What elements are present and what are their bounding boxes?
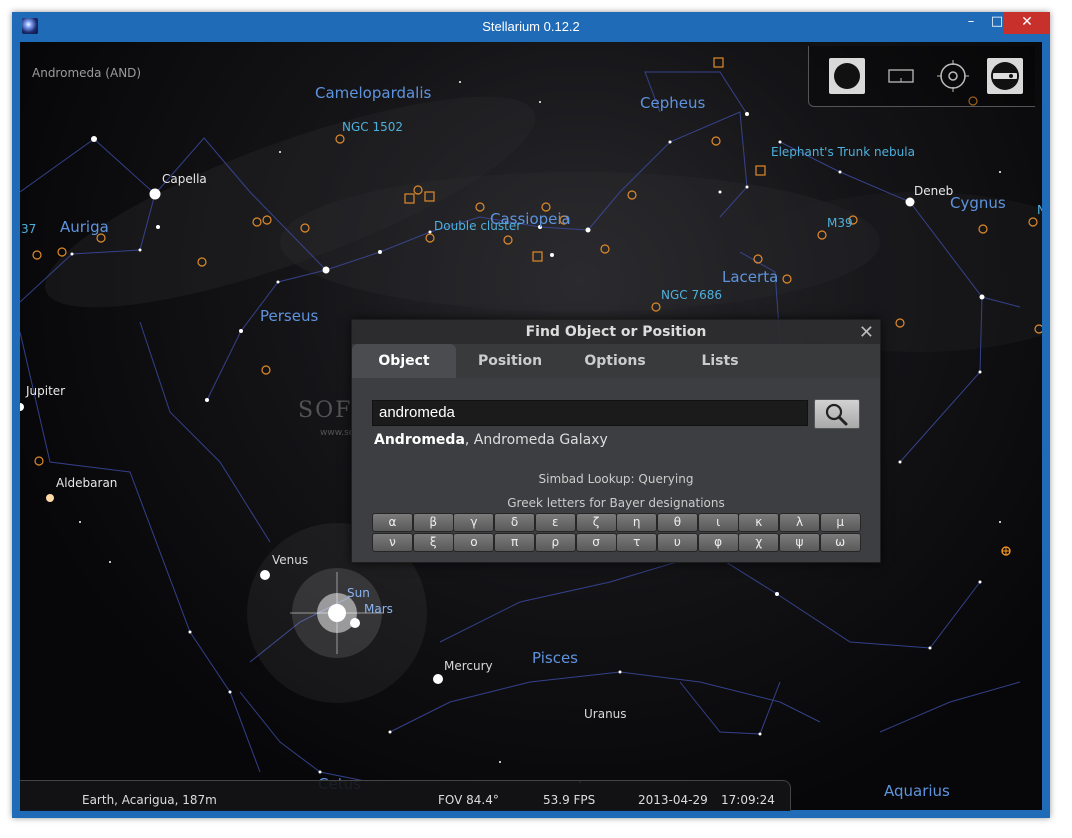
label-m39: M39 <box>827 216 853 230</box>
telescope-icon <box>987 58 1023 94</box>
status-fps: 53.9 FPS <box>543 793 596 807</box>
label-partial-letter: N <box>1037 203 1042 217</box>
target-icon <box>937 60 969 92</box>
label-pisces: Pisces <box>532 649 578 667</box>
greek-caption: Greek letters for Bayer designations <box>507 496 725 510</box>
search-button[interactable] <box>814 399 860 429</box>
sky-view[interactable]: Andromeda (AND) Camelopardalis Cepheus A… <box>20 42 1042 810</box>
dialog-title: Find Object or Position <box>525 324 707 340</box>
greek-key[interactable]: ζ <box>575 513 617 532</box>
telescope-mode-button[interactable] <box>985 56 1025 96</box>
title-bar[interactable]: Stellarium 0.12.2 – □ ✕ <box>12 12 1050 42</box>
greek-key[interactable]: η <box>616 513 658 532</box>
greek-key[interactable]: υ <box>656 533 698 552</box>
label-mars: Mars <box>364 602 393 616</box>
greek-key[interactable]: ρ <box>534 533 576 552</box>
label-double-cluster: Double cluster <box>434 219 522 233</box>
result-detail: , Andromeda Galaxy <box>464 432 608 448</box>
label-deneb: Deneb <box>914 184 954 198</box>
greek-key[interactable]: θ <box>656 513 698 532</box>
dialog-body: Andromeda, Andromeda Galaxy Simbad Looku… <box>352 378 880 562</box>
view-toolbar <box>808 46 1035 107</box>
label-aldebaran: Aldebaran <box>56 476 118 490</box>
target-mode-button[interactable] <box>933 56 973 96</box>
search-input[interactable] <box>372 400 808 426</box>
greek-key[interactable]: ε <box>534 513 576 532</box>
close-window-button[interactable]: ✕ <box>1004 12 1050 34</box>
tab-lists[interactable]: Lists <box>670 344 770 378</box>
tab-options[interactable]: Options <box>566 344 664 378</box>
app-window: Stellarium 0.12.2 – □ ✕ Andromeda (AND) … <box>12 12 1050 818</box>
greek-key[interactable]: λ <box>779 513 820 532</box>
label-perseus: Perseus <box>260 307 319 325</box>
label-partial-number: 37 <box>21 222 37 236</box>
greek-key[interactable]: φ <box>697 533 739 552</box>
sky-mode-button[interactable] <box>827 56 867 96</box>
label-cygnus: Cygnus <box>950 194 1006 212</box>
label-cepheus: Cepheus <box>640 94 706 112</box>
find-object-dialog: Find Object or Position ✕ Object Positio… <box>351 319 881 563</box>
dialog-tabs: Object Position Options Lists <box>352 344 880 378</box>
rectangle-icon <box>888 69 914 83</box>
tab-object[interactable]: Object <box>352 344 456 378</box>
status-location: Earth, Acarigua, 187m <box>82 793 217 807</box>
result-name: Andromeda <box>374 432 465 448</box>
label-lacerta: Lacerta <box>722 268 779 286</box>
status-bar: Earth, Acarigua, 187m FOV 84.4° 53.9 FPS… <box>20 780 791 811</box>
greek-key[interactable]: ξ <box>412 533 454 552</box>
label-elephants-trunk: Elephant's Trunk nebula <box>771 145 915 159</box>
greek-key[interactable]: α <box>372 513 413 532</box>
greek-key[interactable]: ι <box>697 513 739 532</box>
label-ngc-7686: NGC 7686 <box>661 288 723 302</box>
selected-object-info: Andromeda (AND) <box>32 66 142 80</box>
greek-key[interactable]: ω <box>819 533 861 552</box>
simbad-status: Simbad Lookup: Querying <box>538 472 694 486</box>
filled-circle-icon <box>829 58 865 94</box>
greek-key[interactable]: δ <box>494 513 536 532</box>
label-camelopardalis: Camelopardalis <box>315 84 432 102</box>
minimize-button[interactable]: – <box>958 12 984 34</box>
greek-key[interactable]: κ <box>738 513 780 532</box>
label-mercury: Mercury <box>444 659 493 673</box>
label-auriga: Auriga <box>60 218 109 236</box>
label-sun: Sun <box>347 586 370 600</box>
greek-key[interactable]: γ <box>453 513 495 532</box>
greek-key[interactable]: ν <box>372 533 413 552</box>
status-date: 2013-04-29 <box>638 793 708 807</box>
search-result[interactable]: Andromeda, Andromeda Galaxy <box>374 432 608 448</box>
greek-key[interactable]: ο <box>453 533 495 552</box>
greek-key[interactable]: β <box>412 513 454 532</box>
greek-key[interactable]: σ <box>575 533 617 552</box>
status-time: 17:09:24 <box>721 793 775 807</box>
greek-key[interactable]: τ <box>616 533 658 552</box>
greek-key[interactable]: μ <box>819 513 861 532</box>
status-fov: FOV 84.4° <box>438 793 499 807</box>
label-uranus: Uranus <box>584 707 627 721</box>
dialog-close-icon[interactable]: ✕ <box>859 322 874 343</box>
greek-key[interactable]: π <box>494 533 536 552</box>
greek-key[interactable]: ψ <box>779 533 820 552</box>
label-venus: Venus <box>272 553 309 567</box>
label-jupiter: Jupiter <box>26 384 66 398</box>
label-ngc-1502: NGC 1502 <box>342 120 404 134</box>
label-aquarius: Aquarius <box>884 782 950 800</box>
tab-position[interactable]: Position <box>460 344 560 378</box>
greek-key[interactable]: χ <box>738 533 780 552</box>
screen-mode-button[interactable] <box>881 56 921 96</box>
search-icon <box>825 403 848 426</box>
label-capella: Capella <box>162 172 207 186</box>
window-title: Stellarium 0.12.2 <box>482 19 580 34</box>
